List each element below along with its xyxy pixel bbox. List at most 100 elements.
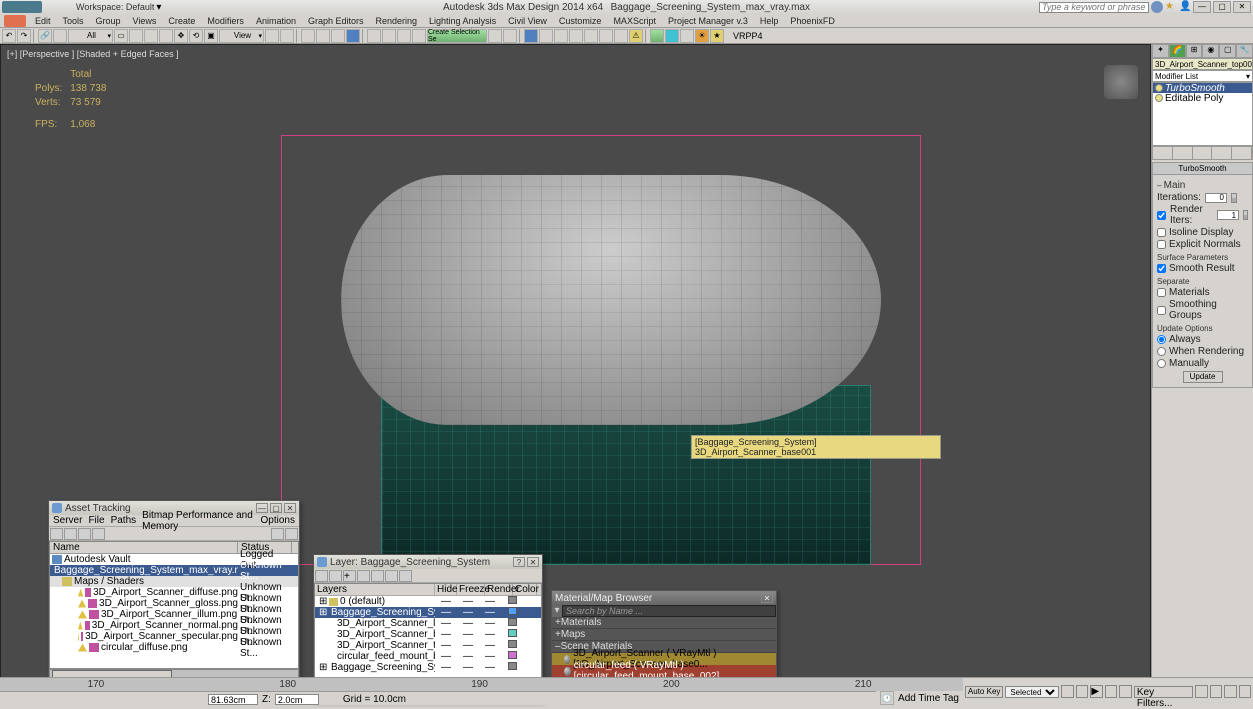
cp-tab-motion[interactable]: ◉ [1202,44,1219,58]
asset-tracking-dialog[interactable]: Asset Tracking —▢✕ Server File Paths Bit… [48,500,300,696]
asset-tb-2[interactable] [64,528,77,540]
menu-views[interactable]: Views [128,16,162,26]
asset-menu-file[interactable]: File [88,515,104,526]
star-icon[interactable]: ★ [1165,1,1177,13]
maximize-button[interactable]: ▢ [1213,1,1231,13]
color-swatch[interactable] [508,618,517,626]
autokey-button[interactable]: Auto Key [965,686,1003,698]
signin-icon[interactable]: 👤 [1179,1,1191,13]
toolbar-btn-a[interactable] [569,29,583,43]
asset-tree[interactable]: NameStatus Autodesk VaultLogged OutBagga… [49,541,299,669]
asset-tb-6[interactable] [285,528,298,540]
toolbar-green1[interactable] [650,29,664,43]
menu-create[interactable]: Create [163,16,200,26]
cp-tab-utilities[interactable]: 🔧 [1236,44,1253,58]
menu-group[interactable]: Group [91,16,126,26]
curve-editor-button[interactable] [488,29,502,43]
goto-start-button[interactable] [1061,685,1074,698]
viewport-label[interactable]: [+] [Perspective ] [Shaded + Edged Faces… [7,49,179,59]
show-end-result-button[interactable] [1173,147,1193,159]
scale-button[interactable]: ▣ [204,29,218,43]
mat-section-materials[interactable]: + Materials [552,617,776,629]
dialog-maximize[interactable]: ▢ [270,503,282,513]
cp-tab-display[interactable]: ▢ [1219,44,1236,58]
layer-manager-button[interactable] [412,29,426,43]
nav-orbit-icon[interactable] [1239,685,1252,698]
workspace-label[interactable]: Workspace: Default [76,2,154,12]
modifier-stack[interactable]: TurboSmooth Editable Poly [1152,82,1253,146]
asset-tb-1[interactable] [50,528,63,540]
color-swatch[interactable] [508,607,517,615]
layer-tb-add[interactable]: + [343,570,356,582]
render-frame-button[interactable] [554,29,568,43]
pivot-button[interactable] [265,29,279,43]
workspace-dropdown-icon[interactable]: ▾ [156,2,161,13]
close-button[interactable]: ✕ [1233,1,1251,13]
color-swatch[interactable] [508,640,517,648]
spinner-snap[interactable] [346,29,360,43]
isoline-check[interactable] [1157,228,1166,237]
layer-row[interactable]: 3D_Airport_Scanner_light_00——— [315,618,541,629]
asset-menu-server[interactable]: Server [53,515,82,526]
asset-tb-3[interactable] [78,528,91,540]
menu-maxscript[interactable]: MAXScript [608,16,661,26]
mat-list[interactable]: + Materials + Maps – Scene Materials 3D_… [552,617,776,677]
z-field[interactable]: 2.0cm [275,694,319,705]
remove-modifier-button[interactable] [1212,147,1232,159]
cp-tab-create[interactable]: ✦ [1152,44,1169,58]
mat-row[interactable]: circular_feed ( VRayMtl ) [circular_feed… [552,665,776,677]
layer-row[interactable]: ⊞Baggage_Screening_System——— [315,607,541,618]
mat-options-icon[interactable]: ▾ [552,605,562,617]
iterations-input[interactable] [1205,193,1227,203]
render-iters-check[interactable] [1157,211,1166,220]
menu-animation[interactable]: Animation [251,16,301,26]
play-button[interactable]: ▶ [1090,685,1103,698]
color-swatch[interactable] [508,662,517,670]
add-time-tag[interactable]: Add Time Tag [898,693,959,704]
iterations-spinner[interactable] [1231,193,1237,203]
asset-menu-paths[interactable]: Paths [111,515,137,526]
toolbar-btn-c[interactable] [599,29,613,43]
toolbar-btn-b[interactable] [584,29,598,43]
prev-frame-button[interactable] [1076,685,1089,698]
schematic-button[interactable] [503,29,517,43]
mat-section-maps[interactable]: + Maps [552,629,776,641]
update-render-radio[interactable] [1157,347,1166,356]
material-editor-button[interactable] [524,29,538,43]
dialog-close[interactable]: ✕ [527,557,539,567]
dialog-minimize[interactable]: — [256,503,268,513]
select-region-button[interactable] [144,29,158,43]
keyfilters-button[interactable]: Key Filters... [1134,686,1193,698]
layer-tb-sel[interactable] [357,570,370,582]
color-swatch[interactable] [508,596,517,604]
info-icon[interactable] [1151,1,1163,13]
toolbar-cyan1[interactable] [665,29,679,43]
help-search-input[interactable] [1039,2,1149,13]
next-frame-button[interactable] [1105,685,1118,698]
layer-row[interactable]: circular_feed_mount_base_0——— [315,651,541,662]
menu-tools[interactable]: Tools [58,16,89,26]
create-sel-set[interactable]: Create Selection Se [427,29,487,43]
redo-button[interactable]: ↷ [17,29,31,43]
angle-snap[interactable] [316,29,330,43]
configure-sets-button[interactable] [1232,147,1252,159]
timeconf-button[interactable]: 🕐 [880,691,894,705]
render-iters-input[interactable] [1217,210,1239,220]
color-swatch[interactable] [508,651,517,659]
bulb-icon[interactable] [1155,84,1163,92]
rotate-button[interactable]: ⟲ [189,29,203,43]
update-button[interactable]: Update [1183,371,1223,383]
menu-help[interactable]: Help [755,16,784,26]
asset-tb-4[interactable] [92,528,105,540]
layer-tb-hl[interactable] [371,570,384,582]
manipulate-button[interactable] [280,29,294,43]
toolbar-teapot-icon[interactable] [680,29,694,43]
update-manual-radio[interactable] [1157,359,1166,368]
materials-check[interactable] [1157,288,1166,297]
select-name-button[interactable] [129,29,143,43]
update-always-radio[interactable] [1157,335,1166,344]
menu-rendering[interactable]: Rendering [371,16,423,26]
move-button[interactable]: ✥ [174,29,188,43]
menu-modifiers[interactable]: Modifiers [202,16,249,26]
layer-tb-new[interactable] [315,570,328,582]
